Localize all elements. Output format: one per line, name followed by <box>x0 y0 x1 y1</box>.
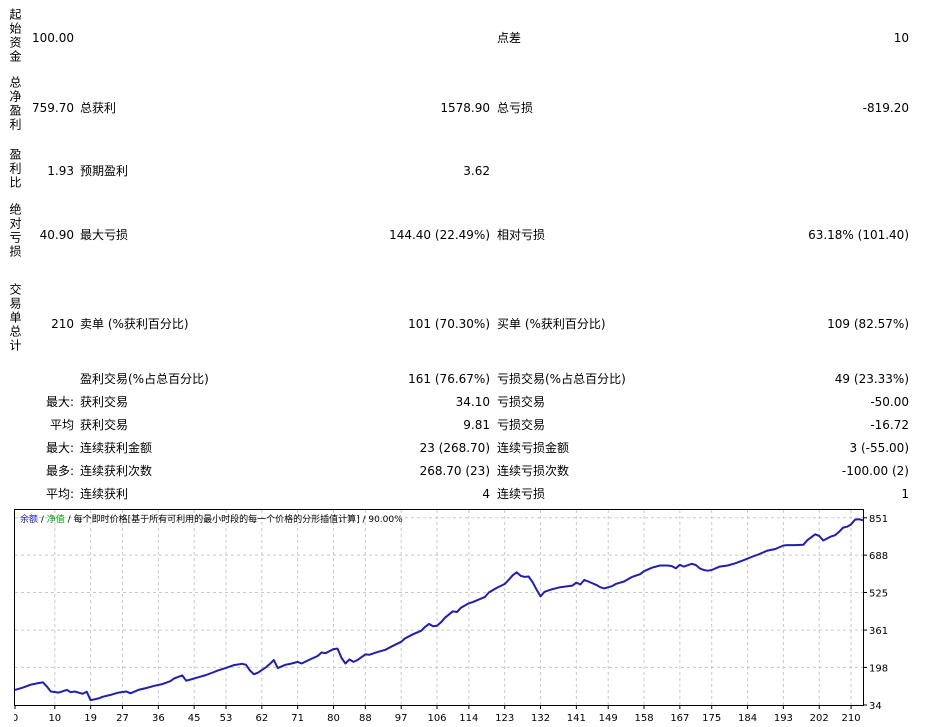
max-consec-loss-count-label: 连续亏损次数 <box>497 464 570 478</box>
max-consec-win-amount-value: 23 (268.70) <box>419 441 490 455</box>
expected-payoff-value: 3.62 <box>463 164 490 178</box>
absolute-drawdown-value: 40.90 <box>39 228 74 242</box>
relative-drawdown-label: 相对亏损 <box>497 228 546 242</box>
x-tick-label: 19 <box>84 713 97 724</box>
x-tick-label: 62 <box>255 713 268 724</box>
x-tick-label: 71 <box>291 713 304 724</box>
short-positions-value: 101 (70.30%) <box>408 317 490 331</box>
x-tick-label: 80 <box>327 713 340 724</box>
x-tick-label: 36 <box>152 713 165 724</box>
legend-balance: 余额 <box>20 513 38 525</box>
max-consec-loss-amount-label: 连续亏损金额 <box>497 441 570 455</box>
legend-model: 每个即时价格[基于所有可利用的最小时段的每一个价格的分形插值计算] / 90.0… <box>74 513 404 525</box>
legend-equity: 净值 <box>47 513 65 525</box>
x-tick-label: 175 <box>702 713 721 724</box>
x-tick-label: 53 <box>220 713 233 724</box>
largest-loss-value: -50.00 <box>870 395 909 409</box>
expected-payoff-label: 预期盈利 <box>80 164 129 178</box>
x-tick-label: 114 <box>459 713 478 724</box>
max-consec-win-amount-label: 连续获利金额 <box>80 441 153 455</box>
profit-factor-label: 盈利比 <box>8 148 22 190</box>
max-consec-loss-count-value: -100.00 (2) <box>841 464 909 478</box>
spread-label: 点差 <box>497 31 522 45</box>
maximal-drawdown-value: 144.40 (22.49%) <box>389 228 490 242</box>
largest-profit-value: 34.10 <box>455 395 490 409</box>
short-positions-label: 卖单 (%获利百分比) <box>80 317 189 331</box>
total-net-profit-value: 759.70 <box>32 101 74 115</box>
loss-trades-value: 49 (23.33%) <box>834 372 909 386</box>
profit-trades-value: 161 (76.67%) <box>408 372 490 386</box>
average-consec-prefix: 平均: <box>45 487 74 501</box>
average-profit-label: 获利交易 <box>80 418 129 432</box>
x-axis-ticks: 0 10 19 27 36 45 53 62 71 80 88 97 106 114 123 132 141 14… <box>14 705 861 724</box>
y-tick-label: 525 <box>869 588 888 599</box>
gross-loss-label: 总亏损 <box>497 101 534 115</box>
gross-profit-label: 总获利 <box>80 101 117 115</box>
y-tick-label: 361 <box>869 626 888 637</box>
x-tick-label: 123 <box>495 713 514 724</box>
x-tick-label: 0 <box>14 713 18 724</box>
initial-deposit-label: 起始资金 <box>8 8 22 64</box>
maximal-drawdown-label: 最大亏损 <box>80 228 129 242</box>
y-axis-ticks: 34 198 361 525 688 851 <box>863 514 888 712</box>
max-consec-win-count-label: 连续获利次数 <box>80 464 153 478</box>
profit-factor-value: 1.93 <box>47 164 74 178</box>
y-tick-label: 34 <box>869 701 882 712</box>
max-consec-amount-prefix: 最大: <box>45 441 74 455</box>
x-tick-label: 27 <box>116 713 129 724</box>
total-trades-value: 210 <box>51 317 74 331</box>
legend-sep-1: / <box>38 515 47 525</box>
initial-deposit-value: 100.00 <box>32 31 74 45</box>
max-consec-count-prefix: 最多: <box>45 464 74 478</box>
average-loss-label: 亏损交易 <box>497 418 546 432</box>
y-tick-label: 851 <box>869 514 888 525</box>
largest-profit-label: 获利交易 <box>80 395 129 409</box>
total-net-profit-label: 总净盈利 <box>8 76 22 132</box>
x-tick-label: 141 <box>567 713 586 724</box>
average-prefix: 平均 <box>49 418 74 432</box>
x-tick-label: 158 <box>634 713 653 724</box>
y-tick-label: 688 <box>869 551 888 562</box>
legend-sep-2: / <box>65 515 74 525</box>
max-consec-loss-amount-value: 3 (-55.00) <box>849 441 910 455</box>
profit-trades-label: 盈利交易(%占总百分比) <box>80 372 209 386</box>
x-tick-label: 132 <box>531 713 550 724</box>
x-tick-label: 202 <box>810 713 829 724</box>
max-consec-win-count-value: 268.70 (23) <box>419 464 490 478</box>
x-tick-label: 184 <box>738 713 757 724</box>
plot-frame <box>14 509 864 706</box>
spread-value: 10 <box>893 31 909 45</box>
x-tick-label: 97 <box>395 713 408 724</box>
average-consec-win-value: 4 <box>482 487 490 501</box>
long-positions-value: 109 (82.57%) <box>827 317 909 331</box>
largest-loss-label: 亏损交易 <box>497 395 546 409</box>
y-tick-label: 198 <box>869 663 888 674</box>
x-tick-label: 193 <box>774 713 793 724</box>
average-loss-value: -16.72 <box>870 418 909 432</box>
x-tick-label: 88 <box>359 713 372 724</box>
balance-chart: 余额 / 净值 / 每个即时价格[基于所有可利用的最小时段的每一个价格的分形插值… <box>14 509 934 727</box>
largest-prefix: 最大: <box>45 395 74 409</box>
average-profit-value: 9.81 <box>463 418 490 432</box>
average-consec-loss-value: 1 <box>901 487 909 501</box>
gross-profit-value: 1578.90 <box>440 101 490 115</box>
chart-legend: 余额 / 净值 / 每个即时价格[基于所有可利用的最小时段的每一个价格的分形插值… <box>20 513 403 525</box>
x-tick-label: 106 <box>427 713 446 724</box>
gross-loss-value: -819.20 <box>862 101 909 115</box>
x-tick-label: 10 <box>48 713 61 724</box>
average-consec-loss-label: 连续亏损 <box>497 487 546 501</box>
x-tick-label: 167 <box>670 713 689 724</box>
x-tick-label: 210 <box>842 713 861 724</box>
absolute-drawdown-label: 绝对亏损 <box>8 203 22 259</box>
x-tick-label: 149 <box>599 713 618 724</box>
long-positions-label: 买单 (%获利百分比) <box>497 317 606 331</box>
balance-chart-svg: 余额 / 净值 / 每个即时价格[基于所有可利用的最小时段的每一个价格的分形插值… <box>14 509 888 724</box>
total-trades-label: 交易单总计 <box>8 283 22 353</box>
x-tick-label: 45 <box>188 713 201 724</box>
average-consec-win-label: 连续获利 <box>80 487 129 501</box>
loss-trades-label: 亏损交易(%占总百分比) <box>497 372 626 386</box>
relative-drawdown-value: 63.18% (101.40) <box>808 228 909 242</box>
